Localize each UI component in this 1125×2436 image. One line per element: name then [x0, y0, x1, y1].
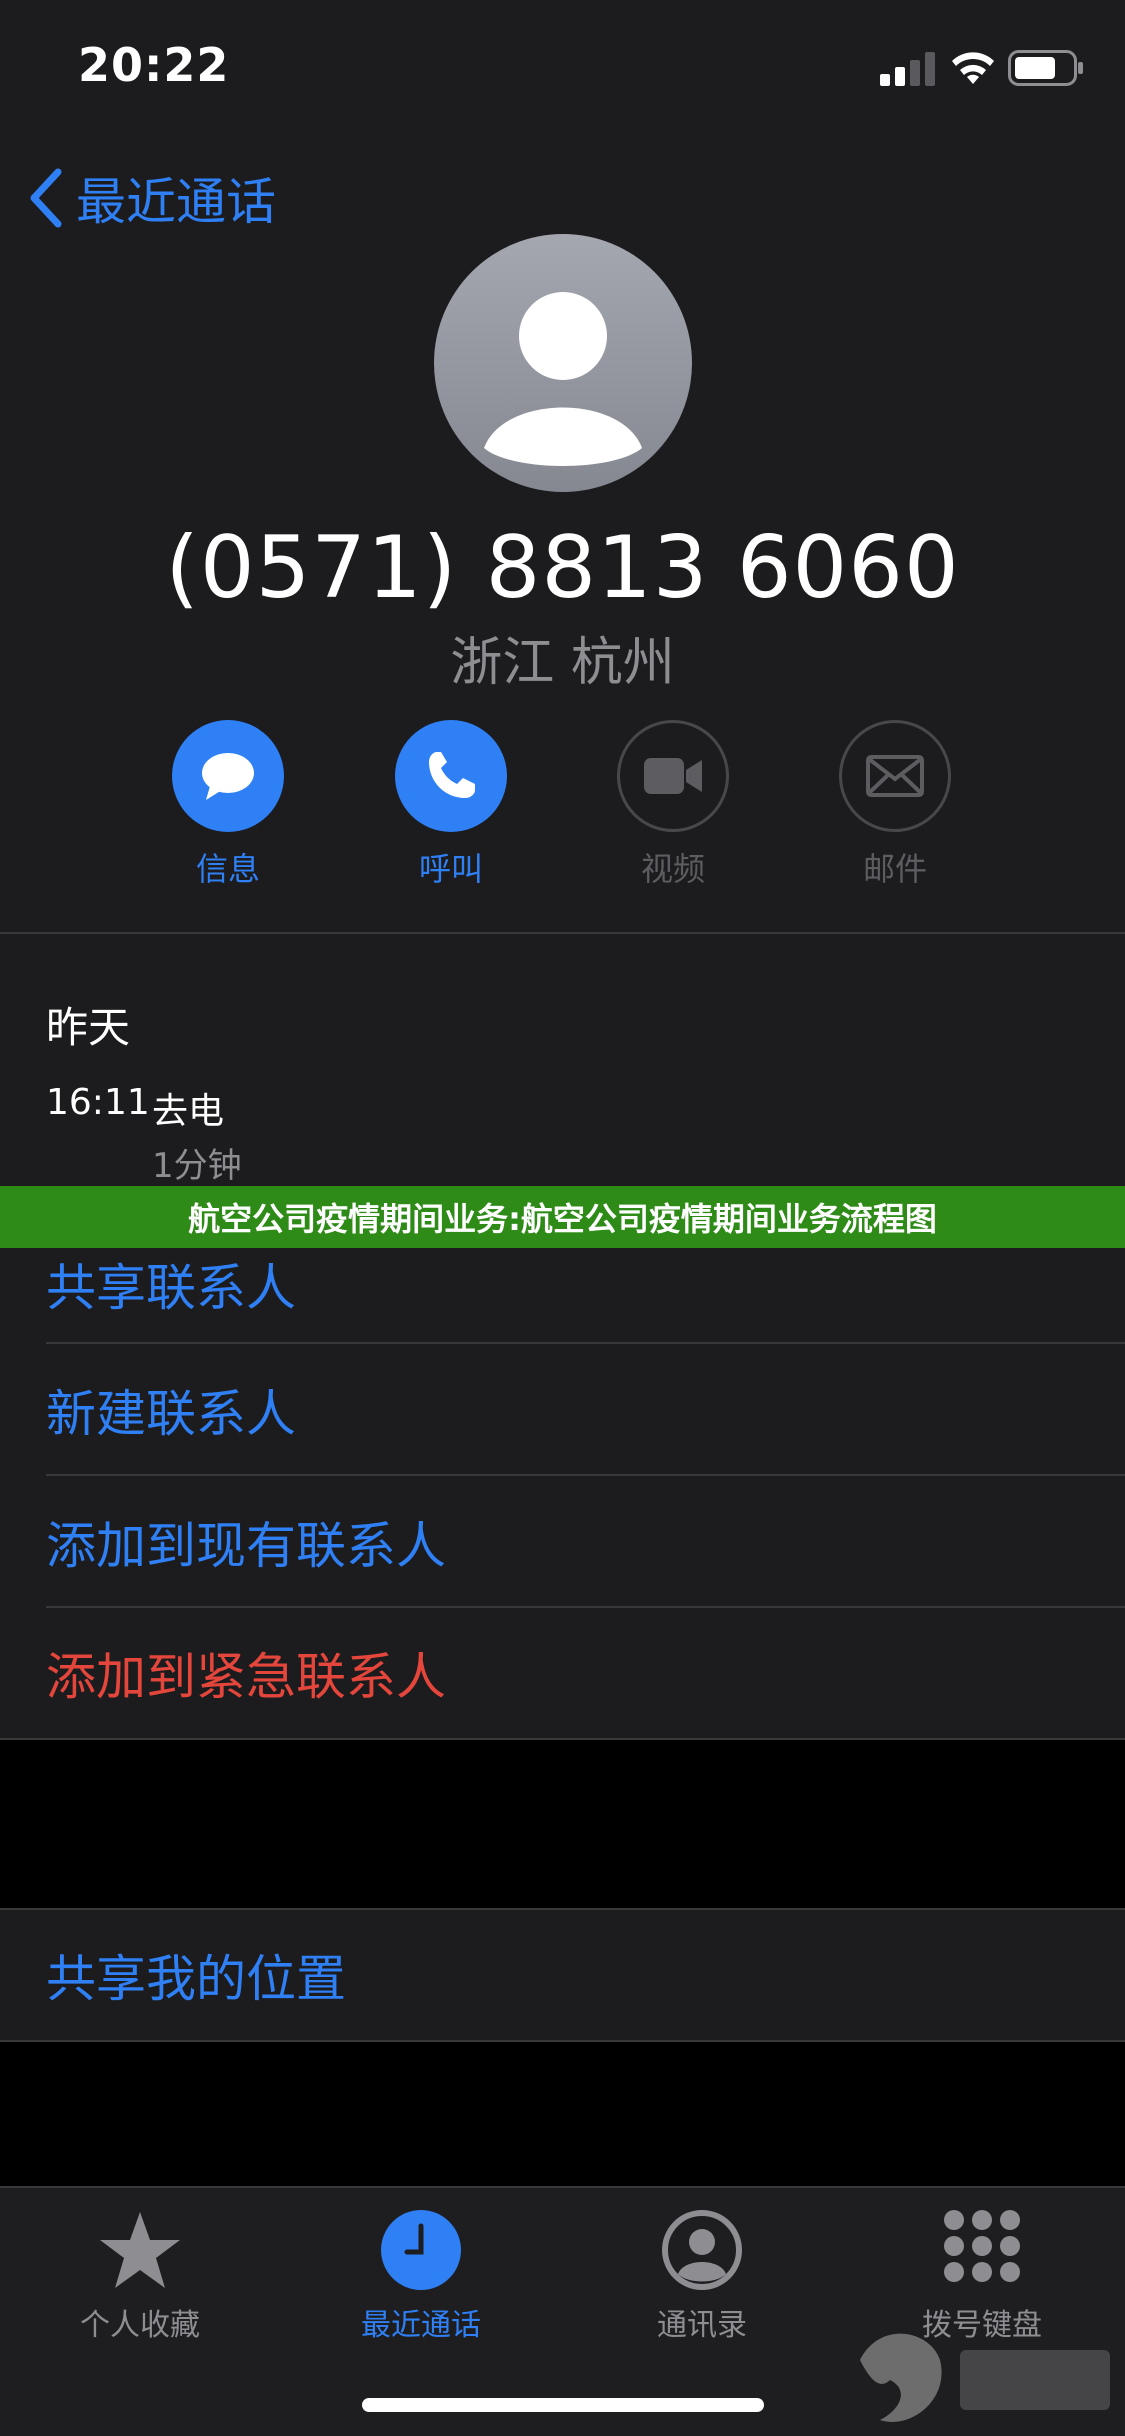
- chevron-left-icon: [30, 168, 62, 228]
- share-contact-label: 共享联系人: [46, 1259, 296, 1317]
- back-label: 最近通话: [76, 173, 276, 231]
- location-actions-list: 共享我的位置: [0, 1908, 1125, 2042]
- new-contact-label: 新建联系人: [46, 1385, 296, 1443]
- tab-recents[interactable]: 最近通话: [311, 2208, 531, 2344]
- clock-icon: [381, 2210, 461, 2290]
- message-action[interactable]: 信息: [158, 720, 298, 890]
- message-icon: [202, 753, 254, 800]
- person-silhouette-icon: [484, 292, 642, 466]
- add-to-emergency-contact-label: 添加到紧急联系人: [46, 1648, 446, 1706]
- home-indicator: [362, 2398, 764, 2412]
- location-label: 浙江 杭州: [450, 633, 675, 693]
- history-time: 16:11: [46, 1082, 150, 1123]
- quick-actions: 信息 呼叫 视频 邮件: [0, 720, 1125, 900]
- new-contact-button[interactable]: 新建联系人: [0, 1344, 1125, 1476]
- avatar: [434, 234, 692, 492]
- video-icon: [644, 758, 702, 794]
- back-button[interactable]: 最近通话: [24, 162, 276, 234]
- mail-icon: [866, 755, 924, 797]
- video-action[interactable]: 视频: [603, 720, 743, 890]
- history-date: 昨天: [46, 1003, 131, 1052]
- video-action-label: 视频: [640, 850, 705, 888]
- history-call-type: 去电: [152, 1091, 225, 1132]
- section-gap: [0, 1744, 1125, 1908]
- call-action[interactable]: 呼叫: [381, 720, 521, 890]
- tab-contacts-label: 通讯录: [657, 2308, 747, 2343]
- contacts-icon: [662, 2210, 742, 2290]
- status-bar: 20:22: [0, 0, 1125, 140]
- status-time: 20:22: [78, 38, 230, 92]
- share-location-button[interactable]: 共享我的位置: [0, 1910, 1125, 2040]
- tab-favorites[interactable]: 个人收藏: [30, 2208, 250, 2344]
- mail-action[interactable]: 邮件: [825, 720, 965, 890]
- add-to-existing-contact-label: 添加到现有联系人: [46, 1517, 446, 1575]
- overlay-banner: 航空公司疫情期间业务:航空公司疫情期间业务流程图: [0, 1186, 1125, 1248]
- watermark-logo: [860, 2333, 1110, 2422]
- cellular-signal-icon: [880, 52, 935, 86]
- history-duration: 1分钟: [152, 1146, 242, 1186]
- phone-screen: 20:22 最近通话 (0571) 8813 6060 浙江 杭州 信息 呼叫 …: [0, 0, 1125, 2436]
- message-action-label: 信息: [195, 850, 260, 888]
- call-history: 昨天 16:11 去电 1分钟: [0, 934, 1125, 1186]
- tab-contacts[interactable]: 通讯录: [592, 2208, 812, 2344]
- tab-recents-label: 最近通话: [361, 2308, 481, 2343]
- wifi-icon: [952, 52, 994, 84]
- phone-icon: [429, 752, 475, 798]
- mail-action-label: 邮件: [862, 850, 927, 888]
- tab-favorites-label: 个人收藏: [80, 2308, 200, 2343]
- add-to-emergency-contact-button[interactable]: 添加到紧急联系人: [0, 1608, 1125, 1740]
- add-to-existing-contact-button[interactable]: 添加到现有联系人: [0, 1476, 1125, 1608]
- star-icon: [100, 2212, 180, 2288]
- call-action-label: 呼叫: [418, 850, 483, 888]
- share-location-label: 共享我的位置: [46, 1950, 346, 2008]
- keypad-icon: [944, 2210, 1020, 2282]
- phone-number: (0571) 8813 6060: [165, 518, 960, 618]
- share-contact-button[interactable]: 共享联系人: [0, 1248, 1125, 1344]
- battery-icon: [1008, 50, 1083, 86]
- contact-actions-list: 共享联系人 新建联系人 添加到现有联系人 添加到紧急联系人: [0, 1248, 1125, 1740]
